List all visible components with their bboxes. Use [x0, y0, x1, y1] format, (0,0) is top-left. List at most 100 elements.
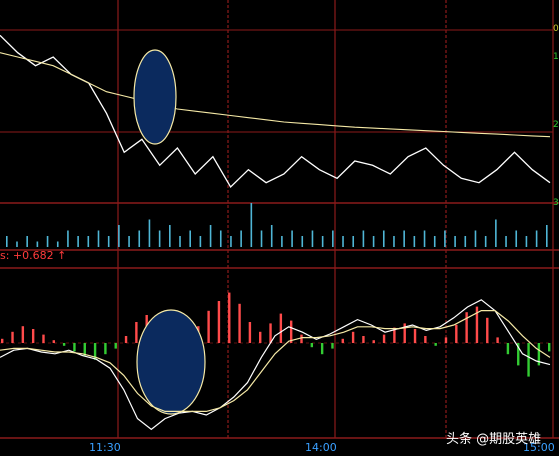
volume-bar [250, 203, 253, 247]
volume-bar [118, 225, 120, 247]
volume-bar [260, 230, 263, 247]
volume-bar [179, 236, 181, 247]
macd-bar [341, 338, 344, 343]
macd-bar [238, 303, 241, 343]
volume-bar [403, 230, 405, 247]
volume-bar [281, 236, 283, 247]
volume-bar [393, 236, 395, 247]
macd-bar [31, 329, 35, 343]
macd-bar [279, 313, 283, 343]
macd-bar [382, 334, 386, 343]
volume-bar [535, 230, 538, 247]
volume-bar [301, 236, 304, 247]
volume-bar [36, 241, 39, 247]
macd-bar [465, 312, 468, 343]
volume-bar [230, 236, 232, 247]
volume-bar [311, 230, 314, 247]
macd-bar [135, 322, 138, 343]
volume-bar [495, 219, 497, 247]
volume-bar [433, 236, 436, 247]
time-tick-1400: 14:00 [305, 441, 337, 454]
macd-bar [300, 334, 303, 343]
volume-bar [515, 230, 518, 247]
macd-bar [207, 310, 210, 343]
macd-bar [496, 337, 499, 343]
volume-bar [97, 230, 100, 247]
volume-bar [219, 230, 222, 247]
macd-bar [289, 320, 293, 343]
volume-bar [148, 219, 151, 247]
volume-bar [382, 230, 385, 247]
macd-bar [486, 317, 489, 343]
volume-bar [169, 225, 171, 247]
volume-bar [87, 236, 90, 247]
volume-bar [199, 236, 202, 247]
volume-bar [128, 236, 130, 247]
volume-bar [372, 236, 375, 247]
volume-bar [77, 236, 79, 247]
price-series-highlighted [134, 50, 176, 144]
macd-bar [362, 336, 365, 343]
price-series-price [0, 34, 551, 189]
macd-bar [114, 343, 117, 349]
volume-bar [352, 236, 355, 247]
highlight-ellipse-price [133, 49, 177, 145]
volume-bar [362, 230, 365, 247]
macd-bar [248, 322, 252, 343]
macd-bar [228, 292, 231, 343]
volume-bar [16, 241, 18, 247]
macd-bar [331, 343, 334, 349]
macd-bar [124, 336, 128, 343]
volume-bar [342, 236, 344, 247]
macd-bar [42, 334, 45, 343]
volume-bar [505, 236, 507, 247]
volume-bar [321, 236, 324, 247]
macd-bar [444, 337, 448, 343]
macd-bar [372, 340, 375, 343]
volume-bar [332, 230, 334, 247]
volume-bar [56, 241, 59, 247]
volume-bar [67, 230, 69, 247]
macd-bar [527, 343, 530, 377]
volume-bar [270, 225, 273, 247]
volume-bar [189, 230, 191, 247]
macd-bar [11, 331, 14, 343]
right-tick-3: 2 [553, 120, 559, 130]
macd-bar [1, 338, 4, 343]
macd-bar [548, 343, 551, 352]
volume-bar [444, 230, 446, 247]
watermark: 头条 @期股英雄 [446, 432, 542, 447]
volume-bar [291, 230, 293, 247]
volume-bar [454, 236, 456, 247]
volume-bar [474, 230, 477, 247]
macd-bar [310, 343, 314, 348]
macd-bar [455, 324, 458, 343]
macd-bar [413, 329, 417, 343]
volume-bar [464, 236, 467, 247]
right-tick-2: 1 [553, 52, 559, 62]
volume-bar [158, 230, 161, 247]
macd-bar [73, 343, 76, 352]
highlight-ellipse-macd [136, 309, 206, 415]
volume-bar [138, 230, 141, 247]
volume-bar [6, 236, 8, 247]
volume-bar [546, 225, 548, 247]
volume-bar [525, 236, 528, 247]
macd-bar [52, 340, 56, 343]
macd-bar [259, 331, 262, 343]
macd-value-label: s: +0.682 ↑ [0, 249, 67, 262]
macd-bar [351, 331, 355, 343]
macd-bar [506, 343, 510, 355]
right-tick-1: 0 [553, 24, 559, 34]
volume-bar [26, 236, 28, 247]
intraday-chart [0, 0, 559, 439]
volume-bar [46, 236, 49, 247]
macd-bar [217, 301, 221, 343]
macd-bar [104, 343, 107, 355]
volume-bar [413, 236, 416, 247]
volume-bar [484, 236, 487, 247]
macd-bar [21, 326, 25, 343]
price-series-average [0, 52, 551, 138]
time-tick-1130: 11:30 [89, 441, 121, 454]
macd-bar [320, 343, 324, 355]
